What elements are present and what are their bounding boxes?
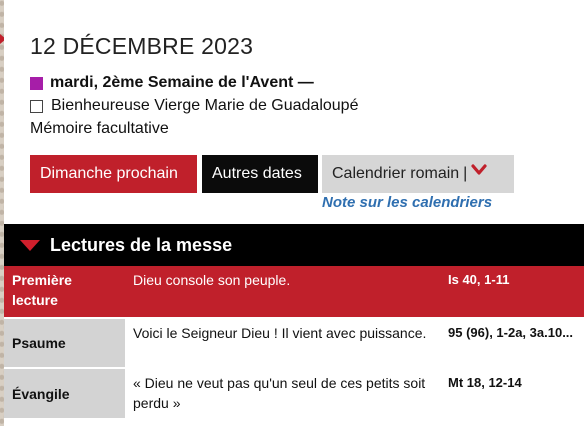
reading-label: Évangile [4,367,125,418]
feast-label: Bienheureuse Vierge Marie de Guadaloupé [51,97,359,114]
reading-text: « Dieu ne veut pas qu'un seul de ces pet… [125,367,440,418]
season-label: mardi, 2ème Semaine de l'Avent — [50,74,314,91]
next-sunday-button[interactable]: Dimanche prochain [30,155,197,193]
section-title: Lectures de la messe [50,234,233,255]
roman-calendar-button[interactable]: Calendrier romain | [322,155,514,193]
reading-text: Dieu console son peuple. [125,266,440,318]
feast-line: Bienheureuse Vierge Marie de Guadaloupé [30,97,358,115]
reading-label: Première lecture [4,266,125,318]
readings-table: Première lecture Dieu console son peuple… [4,266,584,418]
reading-reference[interactable]: Mt 18, 12-14 [440,367,584,418]
feast-color-swatch [30,99,43,113]
reading-reference[interactable]: 95 (96), 1-2a, 3a.10... [440,317,584,369]
chevron-down-icon[interactable] [471,153,487,191]
reading-text: Voici le Seigneur Dieu ! Il vient avec p… [125,317,440,369]
table-row[interactable]: Psaume Voici le Seigneur Dieu ! Il vient… [4,317,584,369]
triangle-down-icon [20,239,40,251]
table-row[interactable]: Première lecture Dieu console son peuple… [4,266,584,318]
table-row[interactable]: Évangile « Dieu ne veut pas qu'un seul d… [4,367,584,418]
roman-calendar-label: Calendrier romain [332,165,460,182]
liturgy-card: 12 DÉCEMBRE 2023 mardi, 2ème Semaine de … [4,0,584,426]
reading-reference[interactable]: Is 40, 1-11 [440,266,584,318]
reading-label: Psaume [4,317,125,369]
season-line: mardi, 2ème Semaine de l'Avent — [30,74,314,92]
page-title: 12 DÉCEMBRE 2023 [30,33,254,59]
readings-section-header[interactable]: Lectures de la messe [4,224,584,266]
feast-rank: Mémoire facultative [30,120,169,137]
calendar-notes-link[interactable]: Note sur les calendriers [322,194,516,211]
button-separator: | [463,165,468,182]
liturgical-color-swatch [30,76,43,90]
other-dates-button[interactable]: Autres dates [202,155,318,193]
